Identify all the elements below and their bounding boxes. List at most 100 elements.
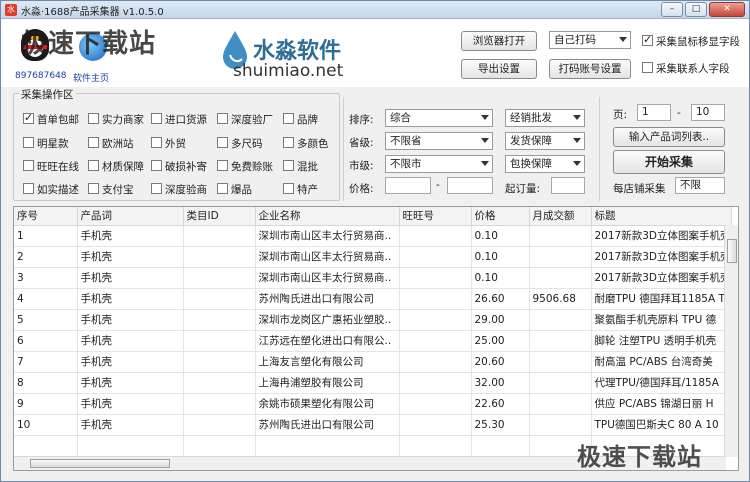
option-checkbox[interactable]: [217, 160, 228, 171]
start-collect-button[interactable]: 开始采集: [613, 150, 725, 174]
table-cell: [529, 351, 592, 373]
close-button[interactable]: ✕: [709, 2, 745, 17]
table-cell: [399, 288, 472, 310]
option-checkbox[interactable]: [217, 183, 228, 194]
sort-select[interactable]: 综合: [385, 109, 493, 127]
option-checkbox[interactable]: [151, 160, 162, 171]
table-row[interactable]: 2 手机壳 深圳市南山区丰太行贸易商.. 0.10 2017新款3D立体图案手机壳: [14, 246, 732, 268]
table-cell: 手机壳: [77, 225, 184, 247]
option-checkbox[interactable]: [283, 137, 294, 148]
table-cell: [183, 288, 256, 310]
page-from-input[interactable]: 1: [637, 104, 671, 121]
option-checkbox[interactable]: [283, 183, 294, 194]
table-cell: [529, 414, 592, 436]
table-cell: 7: [14, 351, 78, 373]
option-checkbox[interactable]: [151, 113, 162, 124]
option-checkbox[interactable]: [283, 160, 294, 171]
horizontal-scroll-thumb[interactable]: [30, 459, 170, 468]
option-checkbox[interactable]: [88, 137, 99, 148]
column-header[interactable]: 旺旺号: [399, 207, 472, 226]
maximize-button[interactable]: □: [685, 2, 707, 17]
table-cell: [529, 309, 592, 331]
option-label: 爆品: [231, 184, 252, 196]
table-header-row: 序号 产品词 类目ID 企业名称 旺旺号 价格 月成交额 标题: [14, 207, 732, 226]
option-checkbox[interactable]: [151, 183, 162, 194]
table-row[interactable]: 8 手机壳 上海冉浦塑胶有限公司 32.00 代理TPU/德国拜耳/1185A: [14, 372, 732, 394]
vertical-scroll-thumb[interactable]: [727, 239, 737, 263]
column-header[interactable]: 序号: [14, 207, 78, 226]
browser-open-button[interactable]: 浏览器打开: [461, 31, 537, 51]
table-cell: [183, 267, 256, 289]
exchange-select[interactable]: 包换保障: [505, 155, 585, 173]
option-checkbox[interactable]: [23, 137, 34, 148]
city-select[interactable]: 不限市: [385, 155, 493, 173]
option-label: 首单包邮: [37, 114, 79, 126]
table-row[interactable]: 3 手机壳 深圳市南山区丰太行贸易商.. 0.10 2017新款3D立体图案手机壳: [14, 267, 732, 289]
table-cell: [183, 372, 256, 394]
table-row[interactable]: 6 手机壳 江苏远在塑化进出口有限公.. 25.00 脚轮 注塑TPU 透明手机壳: [14, 330, 732, 352]
column-header[interactable]: 标题: [591, 207, 732, 226]
vertical-scrollbar[interactable]: [724, 225, 738, 457]
table-cell: 余姚市硕果塑化有限公司: [255, 393, 400, 415]
option-label: 明星款: [37, 138, 69, 150]
table-cell: [183, 225, 256, 247]
option-checkbox[interactable]: [23, 183, 34, 194]
option-checkbox[interactable]: [283, 113, 294, 124]
option-checkbox[interactable]: [151, 137, 162, 148]
price-min-input[interactable]: [385, 177, 431, 194]
table-cell: 苏州陶氏进出口有限公司: [255, 288, 400, 310]
price-max-input[interactable]: [447, 177, 493, 194]
import-keywords-button[interactable]: 输入产品词列表..: [613, 127, 725, 147]
table-row[interactable]: 1 手机壳 深圳市南山区丰太行贸易商.. 0.10 2017新款3D立体图案手机壳: [14, 225, 732, 247]
province-select[interactable]: 不限省: [385, 132, 493, 150]
minimize-button[interactable]: –: [661, 2, 683, 17]
table-row[interactable]: 5 手机壳 深圳市龙岗区广惠拓业塑胶.. 29.00 聚氨酯手机壳原料 TPU 德: [14, 309, 732, 331]
option-label: 特产: [297, 184, 318, 196]
export-settings-button[interactable]: 导出设置: [461, 59, 537, 79]
column-header[interactable]: 企业名称: [255, 207, 400, 226]
option-label: 实力商家: [102, 114, 144, 126]
table-cell: 9: [14, 393, 78, 415]
table-cell: [183, 351, 256, 373]
table-cell: 手机壳: [77, 267, 184, 289]
mouse-move-checkbox[interactable]: [642, 33, 653, 46]
option-checkbox[interactable]: [23, 160, 34, 171]
table-row[interactable]: 10 手机壳 苏州陶氏进出口有限公司 25.30 TPU德国巴斯夫C 80 A 10: [14, 414, 732, 436]
column-header[interactable]: 类目ID: [183, 207, 256, 226]
option-checkbox[interactable]: [88, 113, 99, 124]
table-cell: 0.10: [471, 267, 530, 289]
captcha-account-button[interactable]: 打码账号设置: [549, 59, 631, 79]
table-cell: [77, 435, 184, 457]
column-header[interactable]: 产品词: [77, 207, 184, 226]
table-cell: 1: [14, 225, 78, 247]
option-checkbox[interactable]: [88, 160, 99, 171]
table-cell: 20.60: [471, 351, 530, 373]
table-cell: [399, 435, 472, 457]
option-label: 深度验商: [165, 184, 207, 196]
shipping-select[interactable]: 发货保障: [505, 132, 585, 150]
province-label: 省级:: [349, 137, 374, 149]
page-to-input[interactable]: 10: [691, 104, 725, 121]
contact-checkbox[interactable]: [642, 62, 653, 73]
table-row[interactable]: 9 手机壳 余姚市硕果塑化有限公司 22.60 供应 PC/ABS 锦湖日丽 H: [14, 393, 732, 415]
per-shop-input[interactable]: 不限: [675, 177, 725, 194]
chevron-down-icon: [573, 138, 581, 143]
qq-number: 897687648: [15, 71, 67, 81]
option-checkbox[interactable]: [88, 183, 99, 194]
column-header[interactable]: 月成交额: [529, 207, 592, 226]
home-label[interactable]: 软件主页: [73, 71, 109, 84]
option-checkbox[interactable]: [217, 113, 228, 124]
min-order-input[interactable]: [551, 177, 585, 194]
option-checkbox[interactable]: [217, 137, 228, 148]
option-label: 免费赊账: [231, 161, 273, 173]
option-label: 多颜色: [297, 138, 329, 150]
captcha-mode-select[interactable]: 自己打码: [549, 31, 631, 49]
table-row[interactable]: 7 手机壳 上海友言塑化有限公司 20.60 耐高温 PC/ABS 台湾奇美: [14, 351, 732, 373]
table-row[interactable]: 4 手机壳 苏州陶氏进出口有限公司 26.60 9506.68 耐磨TPU 德国拜耳118…: [14, 288, 732, 310]
min-order-label: 起订量:: [505, 183, 541, 195]
option-checkbox[interactable]: [23, 111, 34, 124]
column-header[interactable]: 价格: [471, 207, 530, 226]
option-label: 深度验厂: [231, 114, 273, 126]
table-cell: 手机壳: [77, 393, 184, 415]
business-type-select[interactable]: 经销批发: [505, 109, 585, 127]
